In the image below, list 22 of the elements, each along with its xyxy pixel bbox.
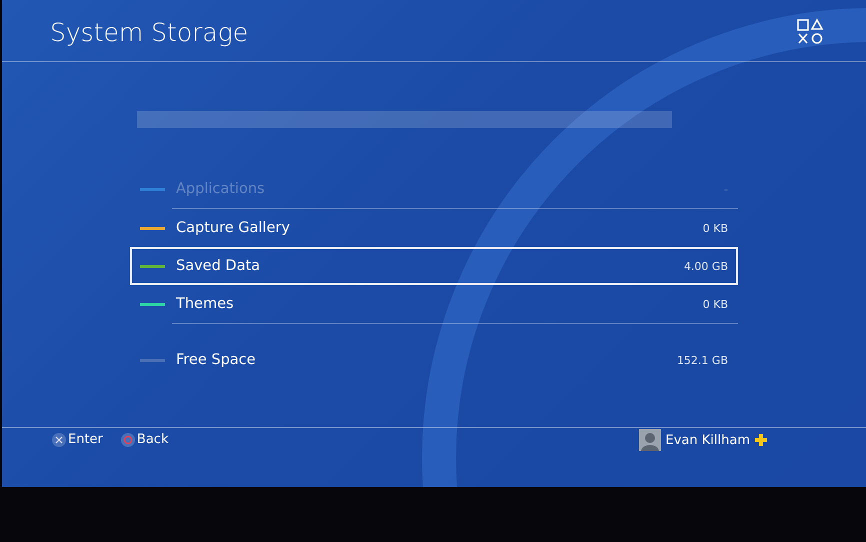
item-size: 4.00 GB xyxy=(684,260,728,272)
item-label: Capture Gallery xyxy=(176,220,291,236)
item-label: Free Space xyxy=(176,352,257,368)
circle-button-icon xyxy=(120,432,135,446)
hint-label: Enter xyxy=(68,432,103,447)
hint-label: Back xyxy=(136,432,168,447)
item-size: 152.1 GB xyxy=(676,354,728,366)
item-label: Themes xyxy=(176,296,235,312)
item-label: Applications xyxy=(176,181,266,197)
cross-button-icon xyxy=(52,432,66,446)
avatar-icon xyxy=(638,429,661,451)
item-size: 0 KB xyxy=(702,298,728,310)
page-title: System Storage xyxy=(50,17,248,47)
storage-item[interactable]: Free Space 152.1 GB xyxy=(130,341,738,379)
item-size: 0 KB xyxy=(702,222,728,234)
storage-item[interactable]: Saved Data 4.00 GB xyxy=(130,247,738,285)
user-name: Evan Killham xyxy=(666,432,750,448)
item-label: Saved Data xyxy=(176,258,262,274)
storage-item[interactable]: Themes 0 KB xyxy=(130,285,738,323)
item-size: - xyxy=(724,182,728,196)
storage-item[interactable]: Capture Gallery 0 KB xyxy=(130,209,738,247)
playstation-shapes-icon xyxy=(796,18,824,46)
